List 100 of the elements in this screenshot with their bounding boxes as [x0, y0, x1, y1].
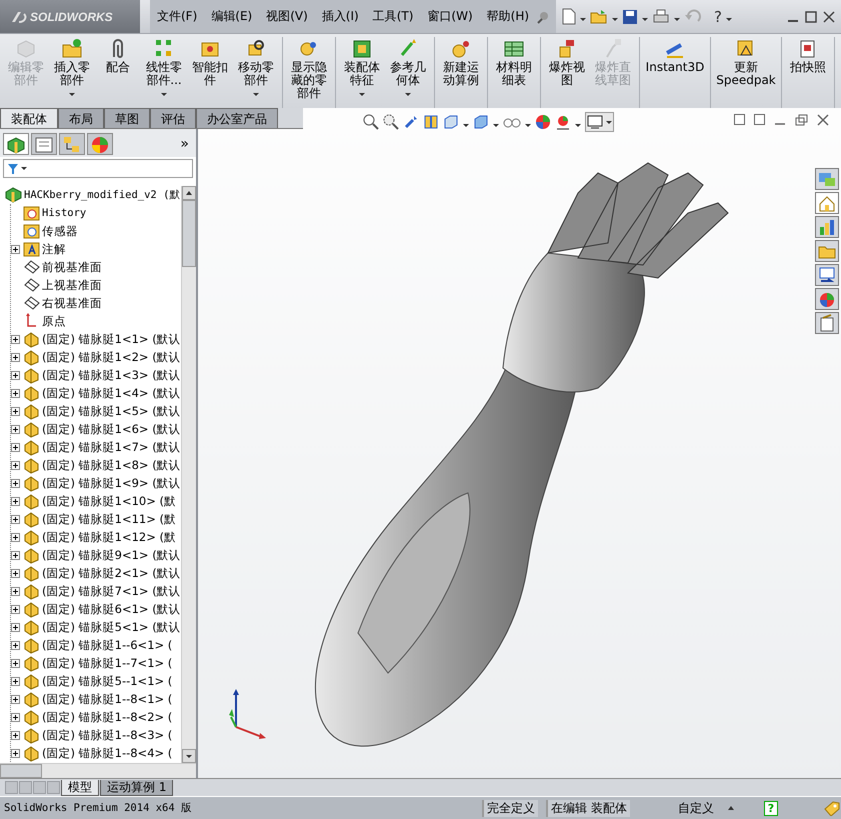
command-tab[interactable]: 评估 — [150, 108, 196, 128]
expand-icon[interactable] — [11, 496, 20, 506]
tree-item[interactable]: (固定) 锚脉脡1<6> (默认 — [11, 420, 181, 438]
ribbon-button[interactable]: 装配体特征 — [339, 37, 385, 108]
caret-icon[interactable] — [525, 124, 531, 126]
tag-icon[interactable] — [823, 800, 841, 816]
tree-item[interactable]: (固定) 锚脉脡7<1> (默认 — [11, 582, 181, 600]
expand-icon[interactable] — [11, 244, 20, 254]
task-pane-tab[interactable] — [815, 288, 839, 310]
expand-icon[interactable] — [11, 730, 20, 740]
expand-icon[interactable] — [11, 550, 20, 560]
expand-icon[interactable] — [11, 532, 20, 542]
close-icon[interactable] — [823, 10, 835, 22]
zoom-fit-icon[interactable] — [363, 114, 379, 130]
caret-icon[interactable] — [612, 18, 618, 21]
scene-icon[interactable] — [555, 114, 571, 130]
expand-icon[interactable] — [11, 640, 20, 650]
caret-icon[interactable] — [674, 18, 680, 21]
ribbon-button[interactable]: 线性零部件... — [141, 37, 187, 108]
restore-icon[interactable] — [795, 114, 808, 126]
tree-item[interactable]: (固定) 锚脉脡6<1> (默认 — [11, 600, 181, 618]
ribbon-button[interactable]: 新建运动算例 — [438, 37, 484, 108]
panel-tab[interactable] — [31, 133, 57, 155]
caret-icon[interactable] — [575, 124, 581, 126]
caret-icon[interactable] — [726, 18, 732, 21]
section-view-icon[interactable] — [423, 114, 439, 130]
expand-icon[interactable] — [11, 712, 20, 722]
tree-item[interactable]: (固定) 锚脉脡9<1> (默认 — [11, 546, 181, 564]
menu-item[interactable]: 视图(V) — [259, 8, 315, 25]
tree-item[interactable]: 上视基准面 — [11, 276, 181, 294]
task-pane-tab[interactable] — [815, 192, 839, 214]
unit-system[interactable]: 自定义 — [678, 800, 714, 816]
menu-item[interactable]: 窗口(W) — [420, 8, 480, 25]
split-right-icon[interactable] — [754, 114, 765, 125]
command-tab[interactable]: 装配体 — [0, 108, 58, 128]
tree-item[interactable]: 前视基准面 — [11, 258, 181, 276]
tree-item[interactable]: (固定) 锚脉脡1<2> (默认 — [11, 348, 181, 366]
expand-icon[interactable] — [11, 748, 20, 758]
tree-item[interactable]: (固定) 锚脉脡2<1> (默认 — [11, 564, 181, 582]
tree-item[interactable]: (固定) 锚脉脡1--7<1> ( — [11, 654, 181, 672]
expand-icon[interactable] — [11, 514, 20, 524]
ribbon-button[interactable]: 显示隐藏的零部件 — [286, 37, 332, 108]
horizontal-scrollbar[interactable] — [0, 763, 196, 778]
expand-icon[interactable] — [11, 676, 20, 686]
caret-icon[interactable] — [580, 18, 586, 21]
expand-panel-button[interactable]: » — [180, 136, 193, 152]
tree-item[interactable]: (固定) 锚脉脡1<7> (默认 — [11, 438, 181, 456]
ribbon-button[interactable]: 材料明细表 — [491, 37, 537, 108]
filter-field[interactable] — [3, 159, 193, 178]
zoom-area-icon[interactable] — [383, 114, 399, 130]
expand-icon[interactable] — [11, 370, 20, 380]
vertical-scrollbar[interactable] — [181, 186, 196, 763]
tree-item[interactable]: History — [11, 204, 181, 222]
save-icon[interactable] — [622, 8, 638, 24]
caret-icon[interactable] — [463, 124, 469, 126]
tree-item[interactable]: (固定) 锚脉脡5<1> (默认 — [11, 618, 181, 636]
pin-icon[interactable] — [536, 10, 550, 24]
expand-icon[interactable] — [11, 424, 20, 434]
expand-icon[interactable] — [11, 460, 20, 470]
ribbon-button[interactable]: 移动零部件 — [233, 37, 279, 108]
tree-item[interactable]: (固定) 锚脉脡1--8<4> ( — [11, 744, 181, 762]
tree-item[interactable]: HACKberry_modified_v2 (默 — [4, 186, 181, 204]
ribbon-button[interactable]: 参考几何体 — [385, 37, 431, 108]
command-tab[interactable]: 办公室产品 — [196, 108, 278, 128]
tree-item[interactable]: (固定) 锚脉脡1--8<3> ( — [11, 726, 181, 744]
expand-icon[interactable] — [11, 334, 20, 344]
tree-item[interactable]: 原点 — [11, 312, 181, 330]
expand-icon[interactable] — [11, 406, 20, 416]
menu-item[interactable]: 帮助(H) — [480, 8, 536, 25]
display-style-icon[interactable] — [473, 114, 489, 130]
ribbon-button[interactable]: Instant3D — [643, 37, 707, 108]
ribbon-button[interactable]: 拍快照 — [785, 37, 831, 108]
menu-item[interactable]: 文件(F) — [150, 8, 204, 25]
tree-item[interactable]: (固定) 锚脉脡1<8> (默认 — [11, 456, 181, 474]
expand-icon[interactable] — [11, 586, 20, 596]
tree-item[interactable]: 传感器 — [11, 222, 181, 240]
tree-item[interactable]: (固定) 锚脉脡1<4> (默认 — [11, 384, 181, 402]
study-tab[interactable]: 模型 — [61, 780, 99, 796]
new-document-icon[interactable] — [562, 8, 576, 25]
study-tab[interactable]: 运动算例 1 — [100, 780, 174, 796]
tree-item[interactable]: (固定) 锚脉脡1<12> (默 — [11, 528, 181, 546]
ribbon-button[interactable]: 智能扣件 — [187, 37, 233, 108]
menu-item[interactable]: 插入(I) — [314, 8, 366, 25]
caret-icon[interactable] — [642, 18, 648, 21]
expand-icon[interactable] — [11, 604, 20, 614]
caret-icon[interactable] — [493, 124, 499, 126]
expand-icon[interactable] — [11, 442, 20, 452]
menu-item[interactable]: 编辑(E) — [204, 8, 260, 25]
ribbon-button[interactable]: 配合 — [95, 37, 141, 108]
tree-item[interactable]: (固定) 锚脉脡1<10> (默 — [11, 492, 181, 510]
expand-icon[interactable] — [11, 568, 20, 578]
tree-item[interactable]: (固定) 锚脉脡1<9> (默认 — [11, 474, 181, 492]
help-button[interactable]: ? — [714, 8, 722, 26]
ribbon-button[interactable]: 更新 Speedpak — [714, 37, 778, 108]
tree-item[interactable]: (固定) 锚脉脡1<5> (默认 — [11, 402, 181, 420]
task-pane-tab[interactable] — [815, 216, 839, 238]
ribbon-button[interactable]: 插入零部件 — [49, 37, 95, 108]
view-orientation-icon[interactable] — [443, 114, 459, 130]
menu-item[interactable]: 工具(T) — [366, 8, 420, 25]
caret-icon[interactable] — [728, 806, 734, 810]
